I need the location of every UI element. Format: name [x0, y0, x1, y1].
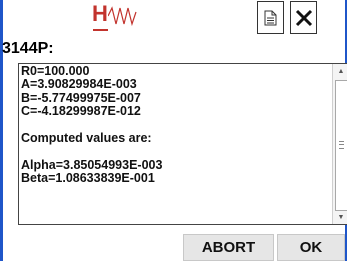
text-line: C=-4.18299987E-012 [21, 104, 141, 119]
logo-wave-icon [108, 6, 137, 27]
vertical-scrollbar[interactable]: ▲ ▼ [332, 64, 347, 224]
scroll-up-arrow-icon[interactable]: ▲ [333, 64, 347, 78]
text-line: R0=100.000 [21, 64, 90, 78]
brand-logo: H [92, 1, 154, 40]
ok-button[interactable]: OK [277, 234, 345, 261]
close-icon [295, 9, 312, 26]
close-button[interactable] [290, 1, 317, 34]
results-textbox[interactable]: R0=100.000 A=3.90829984E-003 B=-5.774999… [18, 63, 347, 225]
text-line [21, 145, 331, 158]
text-line [21, 119, 331, 132]
results-text: R0=100.000 A=3.90829984E-003 B=-5.774999… [21, 64, 331, 186]
logo-letter: H [92, 1, 108, 26]
logo-underline [93, 29, 108, 31]
document-icon [264, 10, 277, 25]
text-line: Computed values are: [21, 130, 152, 145]
text-line: Alpha=3.85054993E-003 [21, 157, 163, 172]
device-title: 3144P: [2, 40, 54, 57]
scrollbar-thumb[interactable] [335, 80, 347, 211]
scrollbar-grip-icon [339, 141, 344, 149]
text-line: B=-5.77499975E-007 [21, 90, 141, 105]
scroll-down-arrow-icon[interactable]: ▼ [333, 210, 347, 224]
text-line: Beta=1.08633839E-001 [21, 171, 155, 186]
text-line: A=3.90829984E-003 [21, 77, 137, 92]
abort-button[interactable]: ABORT [183, 234, 274, 261]
document-button[interactable] [257, 1, 284, 34]
